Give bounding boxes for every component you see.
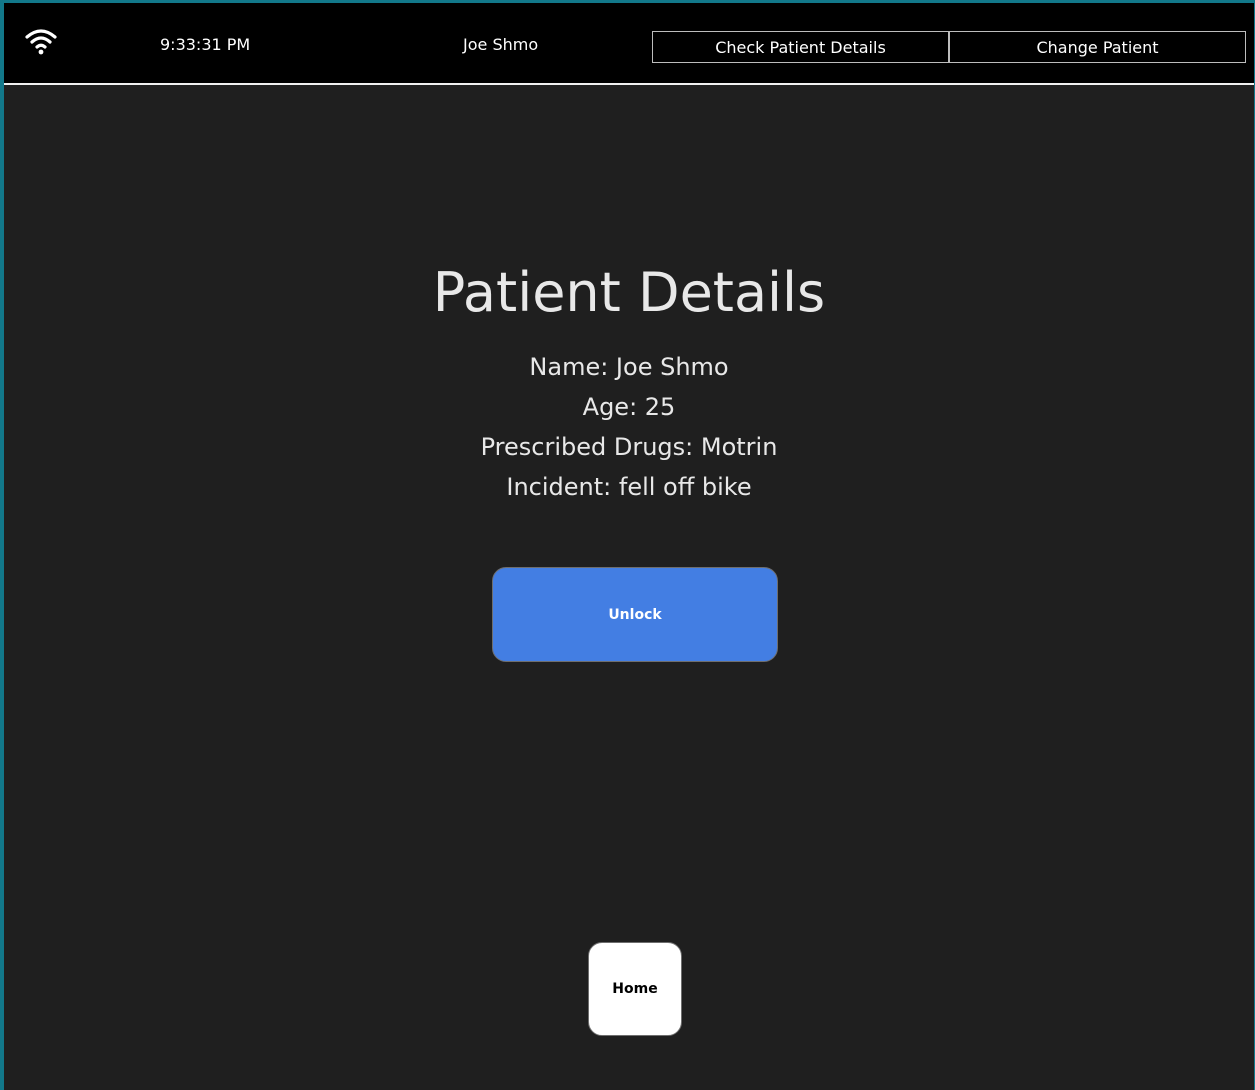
wifi-icon xyxy=(24,27,58,55)
detail-name: Name: Joe Shmo xyxy=(529,353,729,381)
top-bar: 9:33:31 PM Joe Shmo Check Patient Detail… xyxy=(4,3,1254,85)
page-title: Patient Details xyxy=(432,261,826,324)
check-patient-details-button[interactable]: Check Patient Details xyxy=(652,31,949,63)
detail-incident: Incident: fell off bike xyxy=(506,473,752,501)
app-window: 9:33:31 PM Joe Shmo Check Patient Detail… xyxy=(0,0,1255,1090)
home-button[interactable]: Home xyxy=(588,942,682,1036)
patient-details-list: Name: Joe Shmo Age: 25 Prescribed Drugs:… xyxy=(4,347,1254,507)
change-patient-button[interactable]: Change Patient xyxy=(949,31,1246,63)
detail-prescribed-drugs: Prescribed Drugs: Motrin xyxy=(480,433,778,461)
current-patient-name: Joe Shmo xyxy=(463,35,539,54)
clock-time: 9:33:31 PM xyxy=(160,35,251,54)
unlock-button[interactable]: Unlock xyxy=(492,567,778,662)
detail-age: Age: 25 xyxy=(582,393,676,421)
